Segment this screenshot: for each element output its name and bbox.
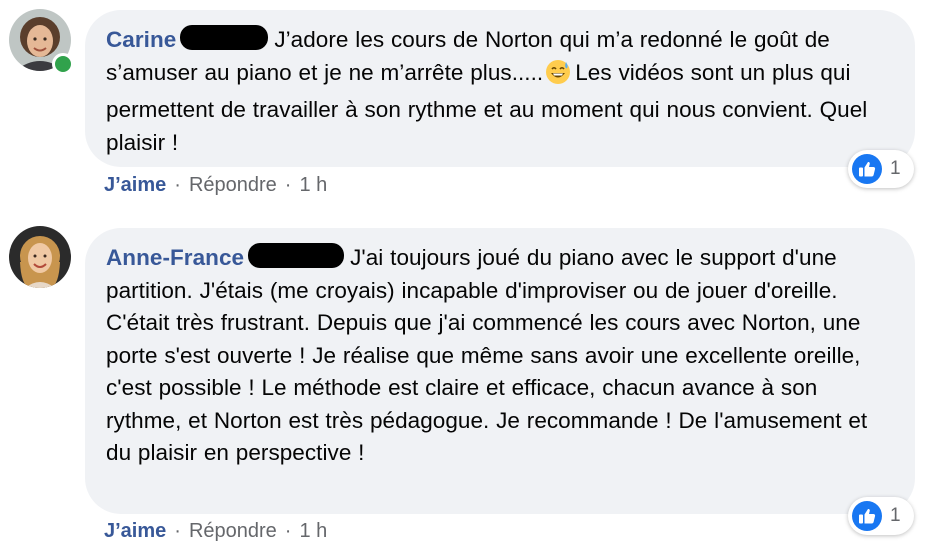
like-link[interactable]: J’aime: [104, 520, 166, 543]
comment-actions: J’aime · Répondre · 1 h: [104, 174, 327, 197]
like-link[interactable]: J’aime: [104, 174, 166, 197]
timestamp[interactable]: 1 h: [299, 520, 327, 543]
avatar[interactable]: [9, 226, 71, 288]
author-name[interactable]: Anne-France: [106, 245, 244, 270]
grinning-sweat-emoji: [545, 59, 571, 95]
comment-text-body: J'ai toujours joué du piano avec le supp…: [106, 245, 868, 465]
reaction-count: 1: [890, 158, 901, 179]
redacted-surname: [180, 25, 269, 50]
reply-link[interactable]: Répondre: [189, 520, 277, 543]
comment-text: Carine J’adore les cours de Norton qui m’…: [106, 24, 893, 159]
avatar-photo: [9, 226, 71, 288]
separator-dot: ·: [174, 174, 181, 196]
comment-text: Anne-France J'ai toujours joué du piano a…: [106, 242, 893, 470]
reaction-count: 1: [890, 505, 901, 526]
redacted-surname: [248, 243, 345, 268]
comment-actions: J’aime · Répondre · 1 h: [104, 520, 327, 543]
comment-bubble: Anne-France J'ai toujours joué du piano a…: [85, 228, 915, 514]
online-status-indicator: [52, 53, 74, 75]
reaction-summary[interactable]: 1: [848, 497, 914, 535]
reply-link[interactable]: Répondre: [189, 174, 277, 197]
separator-dot: ·: [284, 520, 292, 542]
comment-bubble: Carine J’adore les cours de Norton qui m’…: [85, 10, 915, 167]
separator-dot: ·: [284, 174, 292, 196]
timestamp[interactable]: 1 h: [299, 174, 327, 197]
thumbs-up-icon: [852, 154, 882, 184]
thumbs-up-icon: [852, 501, 882, 531]
author-name[interactable]: Carine: [106, 27, 176, 52]
reaction-summary[interactable]: 1: [848, 150, 914, 188]
separator-dot: ·: [174, 520, 181, 542]
